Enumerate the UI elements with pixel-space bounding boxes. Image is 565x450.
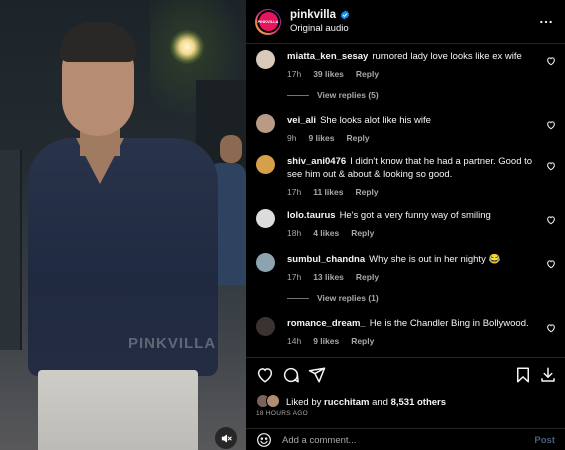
commenter-avatar[interactable] <box>256 253 275 272</box>
likes-summary: Liked by rucchitam and 8,531 others <box>256 394 446 410</box>
view-replies-label: View replies (5) <box>317 90 379 100</box>
comment-username[interactable]: shiv_ani0476 <box>287 156 346 167</box>
reply-button[interactable]: Reply <box>355 187 378 197</box>
comment-like-icon[interactable] <box>546 323 556 333</box>
comment-time: 17h <box>287 69 302 79</box>
username-link[interactable]: pinkvilla <box>290 9 336 21</box>
comments-list[interactable]: miatta_ken_sesay rumored lady love looks … <box>246 44 565 357</box>
post-actions: Liked by rucchitam and 8,531 others 18 H… <box>246 357 565 450</box>
commenter-avatar[interactable] <box>256 209 275 228</box>
liked-prefix: Liked by <box>286 396 325 408</box>
speaker-muted-icon[interactable] <box>215 427 237 449</box>
comment-likes[interactable]: 39 likes <box>313 69 344 79</box>
comment-text: She looks alot like his wife <box>320 115 431 126</box>
comment-text: rumored lady love looks like ex wife <box>372 51 522 62</box>
reply-button[interactable]: Reply <box>356 272 379 282</box>
heart-icon[interactable] <box>256 366 274 384</box>
comment-icon[interactable] <box>282 366 300 384</box>
post-header: PINKVILLA pinkvilla Original audio <box>246 0 565 44</box>
likes-count-link[interactable]: 8,531 others <box>391 397 446 408</box>
background-door <box>0 150 22 350</box>
comment-likes[interactable]: 4 likes <box>313 228 339 238</box>
comment-text: Why she is out in her nighty 😂 <box>369 254 501 265</box>
comment-username[interactable]: romance_dream_ <box>287 318 366 329</box>
audio-link[interactable]: Original audio <box>290 23 350 34</box>
post-button[interactable]: Post <box>534 435 555 446</box>
post-timestamp[interactable]: 18 HOURS AGO <box>256 410 308 417</box>
comment-username[interactable]: miatta_ken_sesay <box>287 51 368 62</box>
comment-like-icon[interactable] <box>546 161 556 171</box>
comment-time: 14h <box>287 336 302 346</box>
reply-button[interactable]: Reply <box>356 69 379 79</box>
view-replies-label: View replies (1) <box>317 293 379 303</box>
view-replies-button[interactable]: View replies (5) <box>287 90 379 100</box>
commenter-avatar[interactable] <box>256 50 275 69</box>
comment-like-icon[interactable] <box>546 120 556 130</box>
liked-user-link[interactable]: rucchitam <box>324 397 369 408</box>
add-comment-bar: Add a comment... Post <box>246 428 565 450</box>
comment-text: He is the Chandler Bing in Bollywood. <box>369 318 529 329</box>
comment-username[interactable]: sumbul_chandna <box>287 254 365 265</box>
commenter-avatar[interactable] <box>256 317 275 336</box>
share-icon[interactable] <box>308 366 326 384</box>
more-options-icon[interactable] <box>539 15 553 29</box>
comment-username[interactable]: vei_ali <box>287 115 316 126</box>
reply-button[interactable]: Reply <box>351 336 374 346</box>
comment-like-icon[interactable] <box>546 215 556 225</box>
bookmark-icon[interactable] <box>514 366 532 384</box>
post-panel: PINKVILLA pinkvilla Original audio miatt… <box>246 0 565 450</box>
comment-likes[interactable]: 13 likes <box>313 272 344 282</box>
view-replies-button[interactable]: View replies (1) <box>287 293 379 303</box>
main-person <box>28 18 228 450</box>
comment-time: 17h <box>287 272 302 282</box>
comment-likes[interactable]: 9 likes <box>313 336 339 346</box>
reply-button[interactable]: Reply <box>351 228 374 238</box>
post-video[interactable]: PINKVILLA <box>0 0 246 450</box>
comment-username[interactable]: lolo.taurus <box>287 210 336 221</box>
avatar-logo: PINKVILLA <box>256 10 280 33</box>
comment-likes[interactable]: 9 likes <box>308 133 334 143</box>
avatar[interactable]: PINKVILLA <box>255 8 281 35</box>
commenter-avatar[interactable] <box>256 114 275 133</box>
reply-button[interactable]: Reply <box>346 133 369 143</box>
comment-like-icon[interactable] <box>546 259 556 269</box>
comment-likes[interactable]: 11 likes <box>313 187 343 197</box>
commenter-avatar[interactable] <box>256 155 275 174</box>
liker-avatar <box>266 394 280 408</box>
video-watermark: PINKVILLA <box>128 335 217 352</box>
download-icon[interactable] <box>539 366 557 384</box>
comment-time: 18h <box>287 228 302 238</box>
verified-badge-icon <box>340 10 350 20</box>
comment-time: 9h <box>287 133 297 143</box>
comment-text: He's got a very funny way of smiling <box>339 210 491 221</box>
comment-like-icon[interactable] <box>546 56 556 66</box>
emoji-icon[interactable] <box>256 432 272 448</box>
liked-middle: and <box>369 396 391 408</box>
comment-input[interactable]: Add a comment... <box>282 435 534 446</box>
comment-time: 17h <box>287 187 302 197</box>
